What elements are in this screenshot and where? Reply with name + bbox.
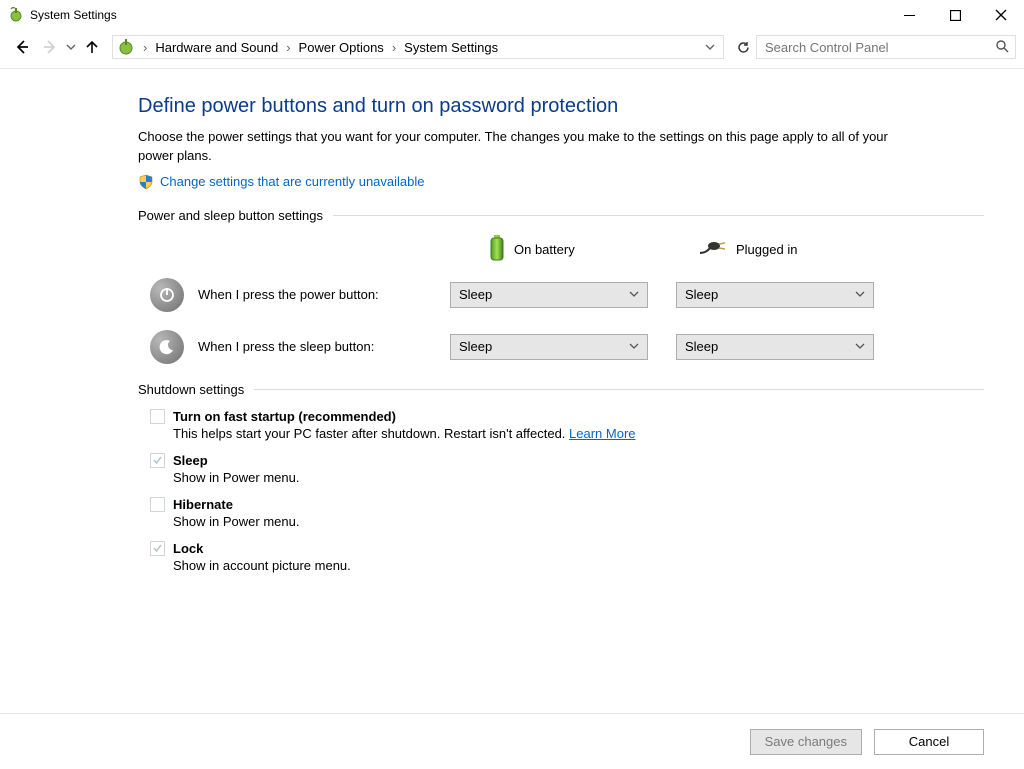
power-icon <box>150 278 184 312</box>
change-settings-link[interactable]: Change settings that are currently unava… <box>160 174 425 189</box>
sleep-button-plugged-select[interactable]: Sleep <box>676 334 874 360</box>
refresh-button[interactable] <box>730 35 756 59</box>
chevron-down-icon <box>629 287 639 302</box>
power-button-plugged-select[interactable]: Sleep <box>676 282 874 308</box>
forward-button[interactable] <box>36 33 64 61</box>
search-box[interactable] <box>756 35 1016 59</box>
power-button-row: When I press the power button: Sleep Sle… <box>150 278 984 312</box>
breadcrumb-power-options[interactable]: Power Options <box>299 40 384 55</box>
footer: Save changes Cancel <box>0 713 1024 769</box>
fast-startup-option: Turn on fast startup (recommended) This … <box>150 409 984 441</box>
search-icon[interactable] <box>995 39 1009 56</box>
save-changes-button[interactable]: Save changes <box>750 729 862 755</box>
power-button-label: When I press the power button: <box>198 287 450 302</box>
section-shutdown: Shutdown settings <box>138 382 984 397</box>
chevron-down-icon <box>629 339 639 354</box>
sleep-option: Sleep Show in Power menu. <box>150 453 984 485</box>
power-button-battery-select[interactable]: Sleep <box>450 282 648 308</box>
hibernate-checkbox[interactable] <box>150 497 165 512</box>
address-dropdown[interactable] <box>701 40 719 55</box>
up-button[interactable] <box>78 33 106 61</box>
maximize-button[interactable] <box>932 0 978 30</box>
plug-icon <box>698 239 728 260</box>
recent-dropdown[interactable] <box>64 42 78 52</box>
page-description: Choose the power settings that you want … <box>138 128 898 166</box>
battery-icon <box>488 235 506 264</box>
back-button[interactable] <box>8 33 36 61</box>
window-title: System Settings <box>30 8 117 22</box>
search-input[interactable] <box>763 39 995 56</box>
breadcrumb-hardware[interactable]: Hardware and Sound <box>155 40 278 55</box>
address-bar[interactable]: › Hardware and Sound › Power Options › S… <box>112 35 724 59</box>
fast-startup-checkbox[interactable] <box>150 409 165 424</box>
cancel-button[interactable]: Cancel <box>874 729 984 755</box>
minimize-button[interactable] <box>886 0 932 30</box>
page-title: Define power buttons and turn on passwor… <box>138 95 984 118</box>
chevron-right-icon[interactable]: › <box>141 40 149 55</box>
shield-icon <box>138 174 154 190</box>
chevron-right-icon[interactable]: › <box>284 40 292 55</box>
title-bar: System Settings <box>0 0 1024 30</box>
sleep-checkbox[interactable] <box>150 453 165 468</box>
column-headers: On battery Plugged in <box>448 235 984 264</box>
content-area: Define power buttons and turn on passwor… <box>0 69 1024 573</box>
plugged-in-label: Plugged in <box>736 242 797 257</box>
learn-more-link[interactable]: Learn More <box>569 426 635 441</box>
app-icon <box>8 7 24 23</box>
sleep-button-label: When I press the sleep button: <box>198 339 450 354</box>
control-panel-icon <box>117 38 135 56</box>
hibernate-option: Hibernate Show in Power menu. <box>150 497 984 529</box>
section-power-sleep: Power and sleep button settings <box>138 208 984 223</box>
close-button[interactable] <box>978 0 1024 30</box>
chevron-right-icon[interactable]: › <box>390 40 398 55</box>
lock-checkbox[interactable] <box>150 541 165 556</box>
chevron-down-icon <box>855 287 865 302</box>
on-battery-label: On battery <box>514 242 575 257</box>
chevron-down-icon <box>855 339 865 354</box>
sleep-button-battery-select[interactable]: Sleep <box>450 334 648 360</box>
lock-option: Lock Show in account picture menu. <box>150 541 984 573</box>
nav-bar: › Hardware and Sound › Power Options › S… <box>0 30 1024 64</box>
sleep-icon <box>150 330 184 364</box>
sleep-button-row: When I press the sleep button: Sleep Sle… <box>150 330 984 364</box>
breadcrumb-system-settings[interactable]: System Settings <box>404 40 498 55</box>
